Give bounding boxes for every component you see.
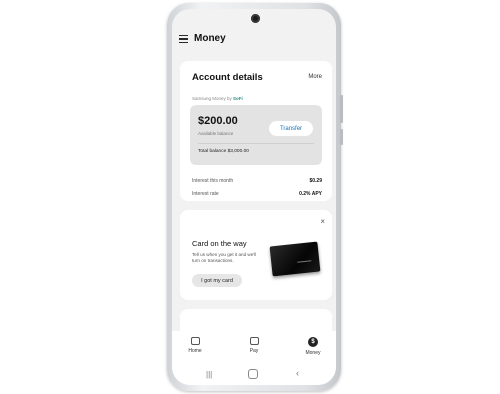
available-balance-amount: $200.00 <box>198 115 238 127</box>
bottom-navigation: Home Pay $ Money <box>172 331 336 365</box>
got-my-card-button[interactable]: I got my card <box>192 274 242 287</box>
provider-brand: SoFi <box>233 96 243 101</box>
card-on-the-way-card: × Card on the way Tell us when you get i… <box>180 210 332 300</box>
promo-description: Tell us when you get it and we'll turn o… <box>192 252 257 263</box>
interest-month-value: $0.29 <box>309 178 322 184</box>
app-header: Money <box>172 31 336 51</box>
more-link[interactable]: More <box>308 74 322 80</box>
screenshot-stage: Money Account details More Samsung Money… <box>0 0 500 394</box>
total-balance: Total balance $3,000.00 <box>198 149 249 154</box>
volume-button <box>340 95 343 123</box>
home-button-icon[interactable] <box>248 369 258 379</box>
phone-frame: Money Account details More Samsung Money… <box>167 3 343 391</box>
front-camera <box>251 14 260 23</box>
power-button <box>340 129 343 145</box>
available-balance-label: Available balance <box>198 131 234 136</box>
interest-rate-label: Interest rate <box>192 191 219 197</box>
provider-label: Samsung Money by SoFi <box>192 96 243 101</box>
page-title: Money <box>194 33 226 44</box>
close-icon[interactable]: × <box>320 217 325 226</box>
nav-home[interactable]: Home <box>180 337 210 354</box>
system-navigation-bar: ||| ‹ <box>172 365 336 385</box>
account-details-title: Account details <box>192 72 263 83</box>
interest-month-row: Interest this month $0.29 <box>192 178 322 184</box>
nav-pay[interactable]: Pay <box>239 337 269 354</box>
phone-screen: Money Account details More Samsung Money… <box>172 9 336 385</box>
interest-rate-value: 0.2% APY <box>299 191 322 197</box>
pay-icon <box>249 337 259 345</box>
account-details-card: Account details More Samsung Money by So… <box>180 61 332 201</box>
nav-money[interactable]: $ Money <box>298 337 328 356</box>
provider-prefix: Samsung Money by <box>192 96 232 101</box>
home-icon <box>190 337 200 345</box>
balance-panel: $200.00 Available balance Transfer Total… <box>190 105 322 165</box>
divider <box>198 143 314 144</box>
recents-icon[interactable]: ||| <box>206 370 212 379</box>
debit-card-image <box>269 241 321 277</box>
back-icon[interactable]: ‹ <box>296 368 299 378</box>
hamburger-menu-icon[interactable] <box>179 35 188 44</box>
transfer-button[interactable]: Transfer <box>269 121 313 136</box>
interest-month-label: Interest this month <box>192 178 234 184</box>
money-icon: $ <box>308 337 318 347</box>
nav-money-label: Money <box>305 350 321 356</box>
nav-home-label: Home <box>188 348 202 354</box>
promo-title: Card on the way <box>192 239 247 248</box>
interest-rate-row: Interest rate 0.2% APY <box>192 191 322 197</box>
nav-pay-label: Pay <box>249 348 259 354</box>
